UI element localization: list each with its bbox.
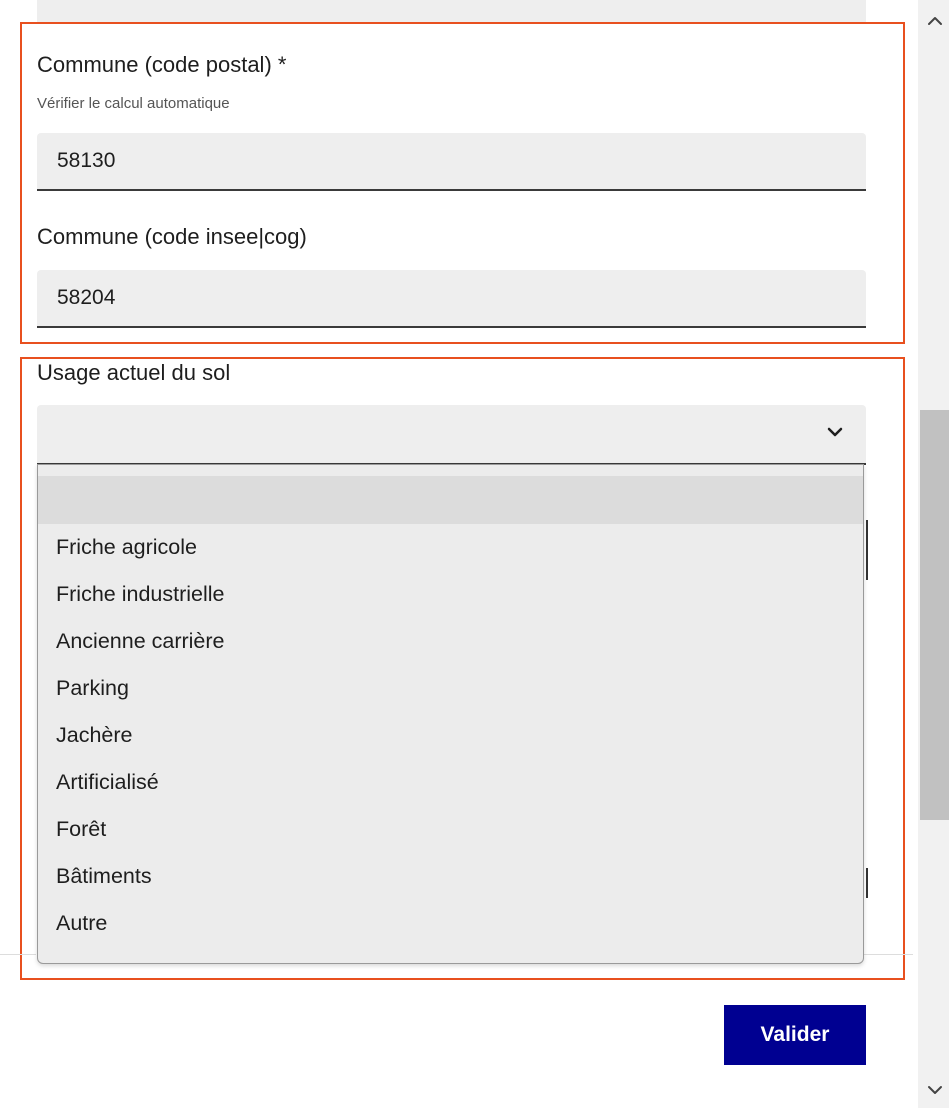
dropdown-option[interactable]: Ancienne carrière — [38, 618, 863, 665]
chevron-up-icon[interactable] — [926, 14, 944, 28]
commune-postal-label: Commune (code postal) * — [37, 52, 287, 77]
commune-postal-input[interactable] — [37, 133, 866, 191]
usage-sol-label: Usage actuel du sol — [37, 360, 231, 385]
commune-insee-label: Commune (code insee|cog) — [37, 224, 307, 249]
dropdown-option-empty[interactable] — [38, 476, 863, 524]
previous-field-remnant — [37, 0, 866, 22]
dropdown-option[interactable]: Jachère — [38, 712, 863, 759]
dropdown-option[interactable]: Friche industrielle — [38, 571, 863, 618]
divider — [0, 954, 36, 955]
commune-postal-hint: Vérifier le calcul automatique — [37, 95, 230, 112]
commune-insee-input[interactable] — [37, 270, 866, 328]
dropdown-option[interactable]: Friche agricole — [38, 524, 863, 571]
divider — [863, 954, 913, 955]
submit-button[interactable]: Valider — [724, 1005, 866, 1065]
usage-sol-dropdown-list: Friche agricole Friche industrielle Anci… — [37, 464, 864, 964]
dropdown-option[interactable]: Artificialisé — [38, 759, 863, 806]
form-page: Commune (code postal) * Vérifier le calc… — [0, 0, 949, 1108]
dropdown-option[interactable]: Bâtiments — [38, 853, 863, 900]
scrollbar-thumb[interactable] — [920, 410, 949, 820]
dropdown-option[interactable]: Parking — [38, 665, 863, 712]
dropdown-option[interactable]: Autre — [38, 900, 863, 947]
chevron-down-icon — [827, 427, 843, 437]
chevron-down-icon[interactable] — [926, 1083, 944, 1097]
usage-sol-select[interactable] — [37, 405, 866, 465]
dropdown-option[interactable]: Forêt — [38, 806, 863, 853]
